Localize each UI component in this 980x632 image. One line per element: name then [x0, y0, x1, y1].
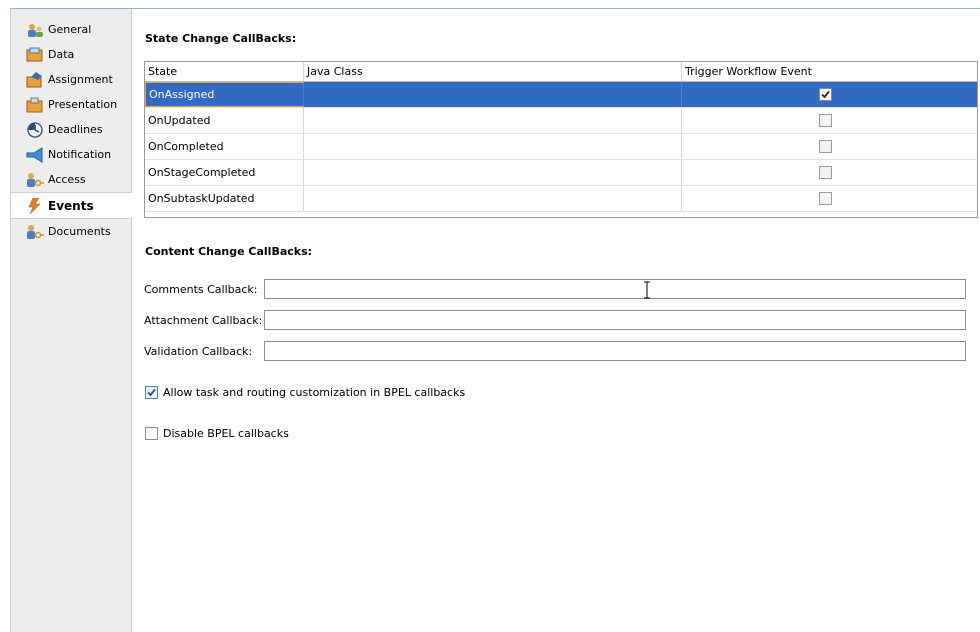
comments-callback-row: Comments Callback:	[144, 279, 263, 299]
nav-item-assignment[interactable]: Assignment	[11, 67, 131, 92]
validation-callback-input[interactable]	[264, 341, 966, 361]
notification-icon	[26, 146, 43, 163]
disable-bpel-option[interactable]: Disable BPEL callbacks	[145, 427, 289, 440]
allow-customization-checkbox[interactable]	[145, 386, 158, 399]
trigger-checkbox[interactable]	[819, 192, 832, 205]
nav-item-label: Notification	[48, 148, 112, 161]
presentation-icon	[26, 97, 43, 112]
deadlines-icon	[27, 121, 43, 138]
allow-customization-option[interactable]: Allow task and routing customization in …	[145, 386, 465, 399]
trigger-cell	[682, 134, 977, 159]
state-cell[interactable]: OnStageCompleted	[145, 160, 304, 185]
nav-item-events[interactable]: Events	[11, 192, 132, 219]
events-panel: State Change CallBacks: State Java Class…	[132, 9, 980, 632]
trigger-checkbox[interactable]	[819, 114, 832, 127]
column-header-java-class[interactable]: Java Class	[304, 62, 682, 81]
state-cell[interactable]: OnAssigned	[145, 82, 304, 107]
java-class-cell[interactable]	[304, 134, 682, 159]
table-row[interactable]: OnCompleted	[145, 134, 977, 160]
java-class-cell[interactable]	[304, 160, 682, 185]
attachment-callback-input[interactable]	[264, 310, 966, 330]
nav-item-deadlines[interactable]: Deadlines	[11, 117, 131, 142]
java-class-cell[interactable]	[304, 108, 682, 133]
trigger-cell	[682, 108, 977, 133]
left-nav: General Data Assignment Presentation Dea…	[11, 9, 132, 632]
nav-item-access[interactable]: Access	[11, 167, 131, 192]
state-callbacks-title: State Change CallBacks:	[145, 32, 297, 45]
events-icon	[28, 197, 41, 214]
trigger-cell	[682, 186, 977, 211]
text-cursor-icon	[644, 281, 650, 299]
documents-icon	[27, 224, 44, 239]
access-icon	[27, 172, 44, 187]
nav-item-general[interactable]: General	[11, 17, 131, 42]
nav-item-label: Deadlines	[48, 123, 103, 136]
assignment-icon	[26, 71, 42, 87]
table-header: State Java Class Trigger Workflow Event	[145, 62, 977, 82]
table-row[interactable]: OnUpdated	[145, 108, 977, 134]
general-icon	[28, 23, 43, 37]
validation-callback-label: Validation Callback:	[144, 344, 253, 358]
content-callbacks-title: Content Change CallBacks:	[145, 245, 313, 258]
nav-item-data[interactable]: Data	[11, 42, 131, 67]
data-icon	[26, 47, 43, 61]
column-header-trigger[interactable]: Trigger Workflow Event	[682, 62, 977, 81]
attachment-callback-row: Attachment Callback:	[144, 310, 263, 330]
disable-bpel-checkbox[interactable]	[145, 427, 158, 440]
state-cell[interactable]: OnUpdated	[145, 108, 304, 133]
table-row[interactable]: OnSubtaskUpdated	[145, 186, 977, 212]
check-icon	[821, 90, 830, 99]
validation-callback-row: Validation Callback:	[144, 341, 263, 361]
comments-callback-input[interactable]	[264, 279, 966, 299]
comments-callback-label: Comments Callback:	[144, 282, 258, 296]
nav-item-label: Access	[48, 173, 86, 186]
nav-item-label: Presentation	[48, 98, 118, 111]
state-callbacks-table: State Java Class Trigger Workflow Event …	[144, 61, 978, 218]
check-icon	[147, 388, 156, 397]
table-row[interactable]: OnStageCompleted	[145, 160, 977, 186]
nav-item-documents[interactable]: Documents	[11, 219, 131, 244]
disable-bpel-label: Disable BPEL callbacks	[163, 427, 289, 440]
nav-item-label: Assignment	[48, 73, 113, 86]
nav-item-label: General	[48, 23, 92, 36]
state-cell[interactable]: OnSubtaskUpdated	[145, 186, 304, 211]
nav-item-label: Events	[48, 198, 94, 213]
attachment-callback-label: Attachment Callback:	[144, 313, 263, 327]
allow-customization-label: Allow task and routing customization in …	[163, 386, 466, 399]
java-class-cell[interactable]	[304, 186, 682, 211]
table-row[interactable]: OnAssigned	[145, 82, 977, 108]
trigger-checkbox[interactable]	[819, 88, 832, 101]
nav-item-presentation[interactable]: Presentation	[11, 92, 131, 117]
nav-item-label: Documents	[48, 225, 111, 238]
nav-item-label: Data	[48, 48, 75, 61]
trigger-cell	[682, 160, 977, 185]
java-class-cell[interactable]	[304, 82, 682, 107]
nav-item-notification[interactable]: Notification	[11, 142, 131, 167]
column-header-state[interactable]: State	[145, 62, 304, 81]
trigger-checkbox[interactable]	[819, 140, 832, 153]
editor-frame: General Data Assignment Presentation Dea…	[10, 8, 980, 632]
state-cell[interactable]: OnCompleted	[145, 134, 304, 159]
trigger-checkbox[interactable]	[819, 166, 832, 179]
trigger-cell	[682, 82, 977, 107]
